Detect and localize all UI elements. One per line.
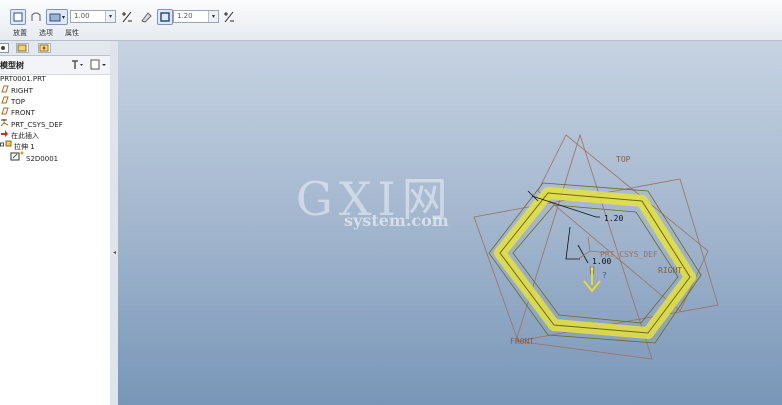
- splitter-grip-icon[interactable]: ◂: [113, 249, 116, 256]
- extrude-surface-icon[interactable]: [28, 9, 44, 25]
- remove-material-icon[interactable]: [138, 9, 154, 25]
- tree-settings-icon[interactable]: [70, 59, 84, 72]
- chevron-down-icon[interactable]: ▾: [105, 11, 115, 22]
- depth-value: 1.00: [74, 12, 90, 20]
- tree-item-insert-here[interactable]: 在此插入: [0, 129, 39, 140]
- front-label: FRONT: [11, 109, 35, 117]
- tree-item-part[interactable]: PRT0001.PRT: [0, 74, 46, 85]
- folder-browser-tab[interactable]: [16, 43, 29, 53]
- graphics-window[interactable]: GXI网 system.com 1.20 1.00 PRT_CSYS_DEF T…: [118, 41, 782, 405]
- tree-item-sketch[interactable]: S2D0001: [10, 151, 59, 165]
- tab-properties[interactable]: 属性: [65, 28, 79, 38]
- tree-item-front[interactable]: FRONT: [0, 107, 35, 118]
- tree-filter-icon[interactable]: [89, 59, 109, 72]
- navigator-tabs: [0, 41, 110, 56]
- thickness-value: 1.20: [177, 12, 193, 20]
- tree-item-extrude[interactable]: 拉伸 1: [0, 140, 35, 151]
- front-plane-label: FRONT: [510, 337, 534, 346]
- dim-thickness-label[interactable]: 1.20: [604, 214, 623, 223]
- insert-here-label: 在此插入: [11, 132, 39, 140]
- flip-direction-icon[interactable]: [119, 9, 135, 25]
- model-tree-header: 模型树: [0, 56, 110, 75]
- right-label: RIGHT: [11, 87, 33, 95]
- top-label: TOP: [11, 98, 26, 106]
- model-tree-title: 模型树: [0, 61, 24, 70]
- csys-view-label: PRT_CSYS_DEF: [600, 250, 658, 259]
- csys-label: PRT_CSYS_DEF: [11, 121, 63, 129]
- tab-placement[interactable]: 放置: [13, 28, 27, 38]
- extrude-dashboard: 1.00 ▾ 1.20 ▾ 放置 选项 属性: [0, 0, 782, 41]
- tree-item-right[interactable]: RIGHT: [0, 85, 33, 96]
- favorites-tab[interactable]: [38, 43, 51, 53]
- extrude-solid-icon[interactable]: [10, 9, 26, 25]
- extrude-label: 拉伸 1: [14, 143, 35, 151]
- unknown-marker: ?: [602, 271, 607, 280]
- tree-item-csys[interactable]: PRT_CSYS_DEF: [0, 118, 63, 129]
- model-tree-panel: 模型树 PRT0001.PRT RIGHT TOP FRONT PRT_CSYS…: [0, 41, 111, 405]
- chevron-down-icon[interactable]: ▾: [208, 11, 218, 22]
- sketch-label: S2D0001: [26, 155, 59, 163]
- right-plane-label: RIGHT: [658, 266, 682, 275]
- part-label: PRT0001.PRT: [0, 75, 46, 83]
- thicken-sketch-icon[interactable]: [157, 9, 173, 25]
- thickness-value-select[interactable]: 1.20 ▾: [173, 10, 219, 23]
- depth-option-icon[interactable]: [46, 9, 68, 25]
- top-plane-label: TOP: [616, 155, 631, 164]
- depth-value-select[interactable]: 1.00 ▾: [70, 10, 116, 23]
- model-tree-tab[interactable]: [0, 43, 9, 53]
- sketch-icon: [10, 151, 24, 165]
- tree-item-top[interactable]: TOP: [0, 96, 25, 107]
- tab-options[interactable]: 选项: [39, 28, 53, 38]
- model-view: 1.20 1.00 PRT_CSYS_DEF TOP FRONT RIGHT ?: [473, 133, 719, 360]
- flip-thickness-icon[interactable]: [221, 9, 237, 25]
